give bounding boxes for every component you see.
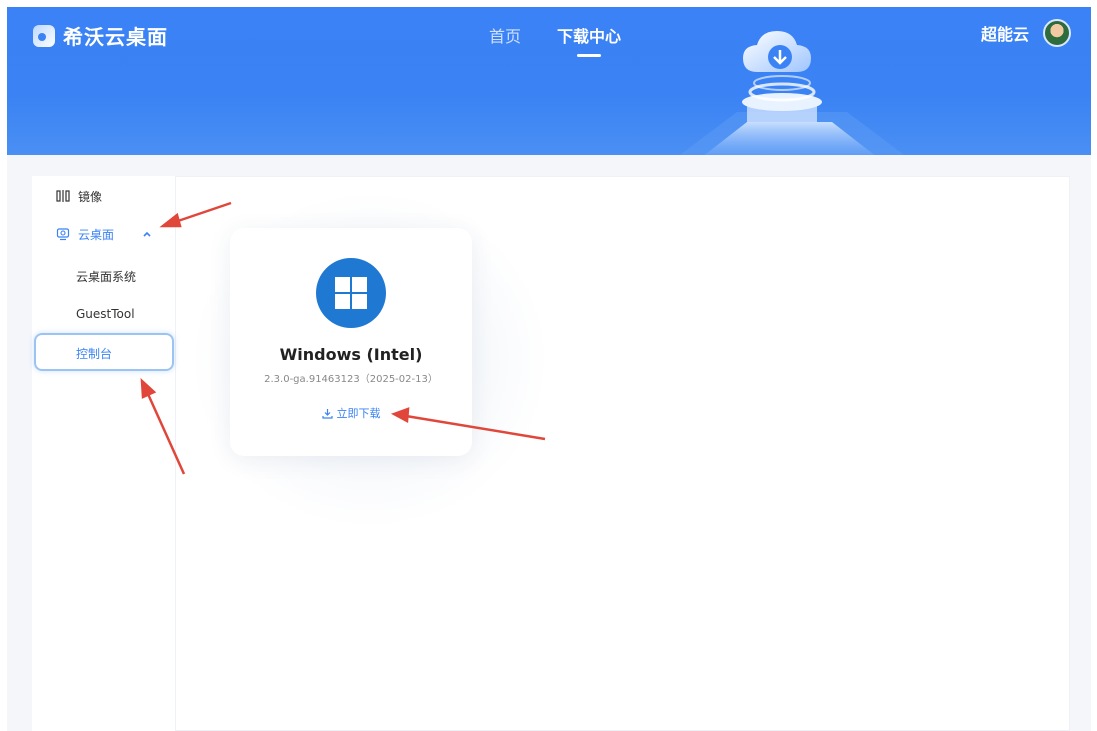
content-panel <box>32 176 1070 731</box>
cloud-desktop-icon <box>56 228 70 241</box>
sidebar-item-label: 镜像 <box>78 189 103 204</box>
avatar[interactable] <box>1043 19 1071 47</box>
sidebar-item-guesttool[interactable]: GuestTool <box>76 298 135 330</box>
download-icon <box>321 408 333 419</box>
sidebar-item-label: 控制台 <box>76 346 113 361</box>
sidebar-item-mirror[interactable]: 镜像 <box>56 180 102 212</box>
sidebar: 镜像 云桌面 云桌面系统 GuestTool 控制台 <box>32 176 176 731</box>
nav-home[interactable]: 首页 <box>489 23 521 47</box>
sidebar-item-cloud-desktop[interactable]: 云桌面 <box>56 218 166 250</box>
sidebar-item-cloud-desktop-system[interactable]: 云桌面系统 <box>76 260 136 292</box>
chevron-up-icon[interactable] <box>142 229 152 239</box>
nav-download-center[interactable]: 下载中心 <box>557 23 621 47</box>
mirror-icon <box>56 190 70 202</box>
user-info[interactable]: 超能云 <box>981 19 1071 47</box>
sidebar-item-label: GuestTool <box>76 307 135 321</box>
download-button[interactable]: 立即下载 <box>230 405 472 421</box>
sidebar-item-label: 云桌面 <box>78 227 115 242</box>
sidebar-item-label: 云桌面系统 <box>76 269 137 284</box>
card-version: 2.3.0-ga.91463123（2025-02-13） <box>264 374 438 385</box>
cloud-download-illustration <box>679 31 905 155</box>
cloud-logo-icon <box>33 24 55 47</box>
app-logo[interactable]: 希沃云桌面 <box>33 21 168 50</box>
download-label: 立即下载 <box>336 407 381 420</box>
card-title: Windows (Intel) <box>279 345 423 364</box>
windows-logo-icon <box>316 258 386 328</box>
header-banner: 希沃云桌面 首页 下载中心 超能云 <box>7 7 1091 155</box>
download-card: Windows (Intel) 2.3.0-ga.91463123（2025-0… <box>230 228 472 456</box>
top-nav: 首页 下载中心 <box>489 23 621 47</box>
user-name[interactable]: 超能云 <box>981 21 1029 45</box>
logo-text: 希沃云桌面 <box>63 25 168 49</box>
page: 希沃云桌面 首页 下载中心 超能云 镜像 云桌面 云桌面系统 GuestTool… <box>0 0 1097 731</box>
sidebar-item-console[interactable]: 控制台 <box>76 337 112 369</box>
